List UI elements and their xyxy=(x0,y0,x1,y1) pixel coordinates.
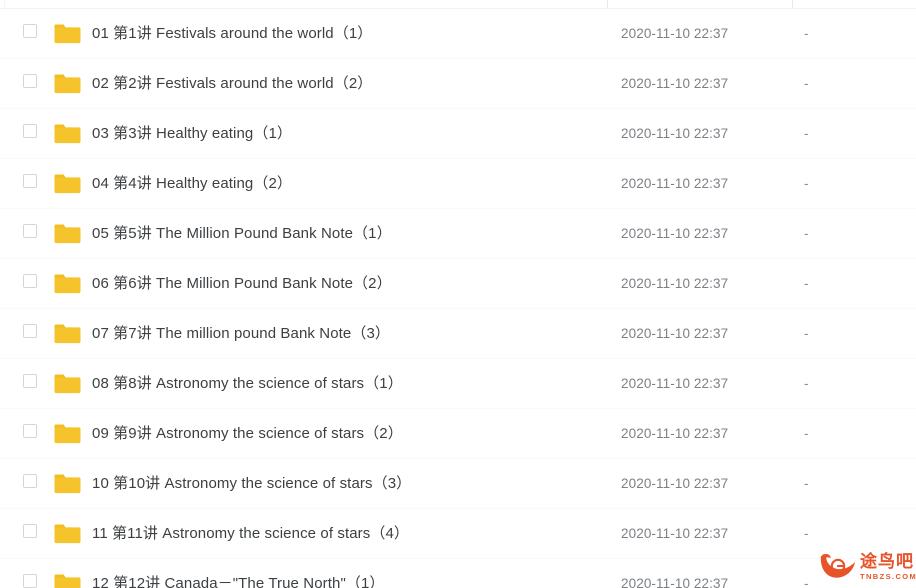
table-row[interactable]: 07 第7讲 The million pound Bank Note（3） 202… xyxy=(0,309,916,359)
table-row[interactable]: 04 第4讲 Healthy eating（2） 2020-11-10 22:37… xyxy=(0,159,916,209)
file-modified-date: 2020-11-10 22:37 xyxy=(621,76,729,91)
table-row[interactable]: 09 第9讲 Astronomy the science of stars（2）… xyxy=(0,409,916,459)
folder-icon xyxy=(54,323,81,345)
row-checkbox[interactable] xyxy=(23,474,37,488)
column-divider-name-date xyxy=(607,0,608,8)
file-modified-date: 2020-11-10 22:37 xyxy=(621,426,729,441)
folder-icon xyxy=(54,373,81,395)
row-checkbox[interactable] xyxy=(23,424,37,438)
folder-icon xyxy=(54,23,81,45)
file-size: - xyxy=(804,226,809,241)
row-checkbox[interactable] xyxy=(23,274,37,288)
file-modified-date: 2020-11-10 22:37 xyxy=(621,226,729,241)
file-size: - xyxy=(804,576,809,588)
table-row[interactable]: 02 第2讲 Festivals around the world（2） 2020… xyxy=(0,59,916,109)
file-modified-date: 2020-11-10 22:37 xyxy=(621,576,729,588)
file-browser-list-view: 01 第1讲 Festivals around the world（1） 2020… xyxy=(0,0,916,588)
row-checkbox[interactable] xyxy=(23,124,37,138)
table-row[interactable]: 12 第12讲 Canada－"The True North"（1） 2020-1… xyxy=(0,559,916,588)
file-size: - xyxy=(804,476,809,491)
table-row[interactable]: 03 第3讲 Healthy eating（1） 2020-11-10 22:37… xyxy=(0,109,916,159)
folder-icon xyxy=(54,473,81,495)
file-size: - xyxy=(804,526,809,541)
file-size: - xyxy=(804,376,809,391)
file-modified-date: 2020-11-10 22:37 xyxy=(621,376,729,391)
table-row[interactable]: 10 第10讲 Astronomy the science of stars（3… xyxy=(0,459,916,509)
row-checkbox[interactable] xyxy=(23,74,37,88)
folder-icon xyxy=(54,423,81,445)
row-checkbox[interactable] xyxy=(23,374,37,388)
file-modified-date: 2020-11-10 22:37 xyxy=(621,276,729,291)
file-size: - xyxy=(804,26,809,41)
file-name[interactable]: 04 第4讲 Healthy eating（2） xyxy=(92,159,292,209)
file-modified-date: 2020-11-10 22:37 xyxy=(621,176,729,191)
file-modified-date: 2020-11-10 22:37 xyxy=(621,26,729,41)
file-list: 01 第1讲 Festivals around the world（1） 2020… xyxy=(0,9,916,588)
file-modified-date: 2020-11-10 22:37 xyxy=(621,526,729,541)
file-name[interactable]: 06 第6讲 The Million Pound Bank Note（2） xyxy=(92,259,392,309)
file-size: - xyxy=(804,276,809,291)
file-name[interactable]: 12 第12讲 Canada－"The True North"（1） xyxy=(92,559,385,588)
file-modified-date: 2020-11-10 22:37 xyxy=(621,326,729,341)
table-header-strip xyxy=(0,0,916,9)
file-name[interactable]: 03 第3讲 Healthy eating（1） xyxy=(92,109,292,159)
file-modified-date: 2020-11-10 22:37 xyxy=(621,476,729,491)
table-row[interactable]: 01 第1讲 Festivals around the world（1） 2020… xyxy=(0,9,916,59)
folder-icon xyxy=(54,173,81,195)
file-name[interactable]: 01 第1讲 Festivals around the world（1） xyxy=(92,9,372,59)
table-row[interactable]: 06 第6讲 The Million Pound Bank Note（2） 202… xyxy=(0,259,916,309)
folder-icon xyxy=(54,73,81,95)
folder-icon xyxy=(54,273,81,295)
row-checkbox[interactable] xyxy=(23,574,37,588)
file-name[interactable]: 02 第2讲 Festivals around the world（2） xyxy=(92,59,372,109)
folder-icon xyxy=(54,573,81,588)
row-checkbox[interactable] xyxy=(23,224,37,238)
file-size: - xyxy=(804,76,809,91)
folder-icon xyxy=(54,123,81,145)
file-name[interactable]: 08 第8讲 Astronomy the science of stars（1） xyxy=(92,359,403,409)
table-row[interactable]: 05 第5讲 The Million Pound Bank Note（1） 202… xyxy=(0,209,916,259)
file-size: - xyxy=(804,126,809,141)
file-name[interactable]: 07 第7讲 The million pound Bank Note（3） xyxy=(92,309,390,359)
table-row[interactable]: 08 第8讲 Astronomy the science of stars（1）… xyxy=(0,359,916,409)
file-name[interactable]: 11 第11讲 Astronomy the science of stars（4… xyxy=(92,509,409,559)
folder-icon xyxy=(54,223,81,245)
file-modified-date: 2020-11-10 22:37 xyxy=(621,126,729,141)
folder-icon xyxy=(54,523,81,545)
row-checkbox[interactable] xyxy=(23,24,37,38)
file-name[interactable]: 05 第5讲 The Million Pound Bank Note（1） xyxy=(92,209,392,259)
file-size: - xyxy=(804,176,809,191)
table-row[interactable]: 11 第11讲 Astronomy the science of stars（4… xyxy=(0,509,916,559)
row-checkbox[interactable] xyxy=(23,324,37,338)
row-checkbox[interactable] xyxy=(23,524,37,538)
file-name[interactable]: 10 第10讲 Astronomy the science of stars（3… xyxy=(92,459,411,509)
file-size: - xyxy=(804,326,809,341)
file-name[interactable]: 09 第9讲 Astronomy the science of stars（2） xyxy=(92,409,403,459)
row-checkbox[interactable] xyxy=(23,174,37,188)
column-divider-date-size xyxy=(792,0,793,8)
file-size: - xyxy=(804,426,809,441)
